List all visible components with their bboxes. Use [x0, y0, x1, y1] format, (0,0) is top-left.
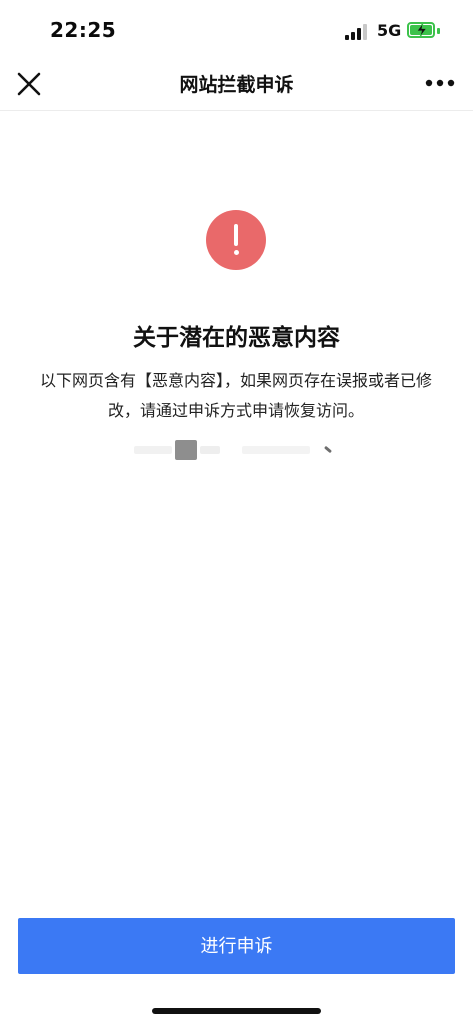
nav-bar: 网站拦截申诉: [0, 58, 473, 111]
warning-description: 以下网页含有【恶意内容】，如果网页存在误报或者已修改，请通过申诉方式申请恢复访问…: [39, 371, 432, 420]
status-time: 22:25: [50, 18, 117, 42]
network-type: 5G: [377, 21, 402, 40]
page-title: 网站拦截申诉: [179, 74, 294, 96]
blurred-url: [130, 436, 345, 462]
status-bar: 22:25 5G: [0, 0, 473, 58]
home-indicator: [152, 1008, 321, 1014]
more-horizontal-icon[interactable]: [424, 73, 456, 93]
warning-heading: 关于潜在的恶意内容: [133, 325, 340, 351]
charging-bolt-icon: [416, 22, 428, 38]
signal-strength-icon: [345, 24, 369, 40]
exclamation-circle-icon: [206, 210, 266, 270]
appeal-button[interactable]: 进行申诉: [18, 918, 455, 974]
battery-cap: [437, 28, 440, 34]
